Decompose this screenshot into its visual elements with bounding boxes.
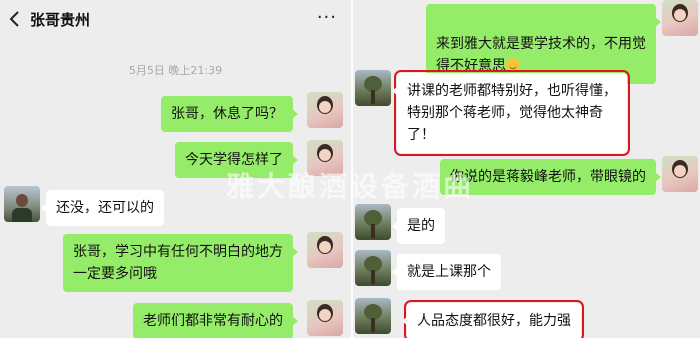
- message-bubble-received[interactable]: 还没，还可以的: [41, 190, 164, 226]
- message-bubble-received[interactable]: 就是上课那个: [392, 254, 501, 290]
- message-bubble-sent[interactable]: 张哥，休息了吗？: [161, 96, 298, 132]
- avatar[interactable]: [355, 204, 391, 240]
- message-bubble-sent[interactable]: 你说的是蒋毅峰老师，带眼镜的: [440, 159, 661, 195]
- avatar[interactable]: [355, 250, 391, 286]
- smile-emoji-icon: [506, 58, 520, 72]
- avatar[interactable]: [355, 70, 391, 106]
- message-bubble-received[interactable]: 人品态度都很好，能力强: [402, 300, 584, 338]
- avatar[interactable]: [307, 300, 343, 336]
- message-timestamp: 5月5日 晚上21:39: [128, 64, 223, 77]
- chat-panel-right: 来到雅大就是要学技术的，不用觉 得不好意思 讲课的老师都特别好，也听得懂， 特别…: [353, 0, 700, 338]
- chat-header: 张哥贵州 ···: [0, 0, 351, 40]
- avatar[interactable]: [4, 186, 40, 222]
- chat-panel-left: 张哥贵州 ··· 5月5日 晚上21:39 张哥，休息了吗？ 今天学得怎样了 还…: [0, 0, 351, 338]
- message-bubble-received[interactable]: 是的: [392, 208, 445, 244]
- avatar[interactable]: [307, 232, 343, 268]
- avatar[interactable]: [307, 92, 343, 128]
- message-text: 来到雅大就是要学技术的，不用觉 得不好意思: [436, 36, 646, 74]
- message-bubble-sent[interactable]: 老师们都非常有耐心的: [133, 303, 298, 338]
- message-bubble-sent[interactable]: 张哥，学习中有任何不明白的地方 一定要多问哦: [63, 234, 298, 292]
- avatar[interactable]: [307, 140, 343, 176]
- message-bubble-sent[interactable]: 今天学得怎样了: [175, 142, 298, 178]
- message-bubble-received[interactable]: 讲课的老师都特别好，也听得懂， 特别那个蒋老师，觉得他太神奇 了！: [392, 70, 630, 156]
- avatar[interactable]: [662, 0, 698, 36]
- chat-title: 张哥贵州: [30, 11, 91, 29]
- avatar[interactable]: [662, 156, 698, 192]
- back-arrow-icon[interactable]: [8, 10, 22, 28]
- message-bubble-sent[interactable]: 来到雅大就是要学技术的，不用觉 得不好意思: [426, 4, 661, 84]
- more-options-icon[interactable]: ···: [317, 7, 337, 28]
- avatar[interactable]: [355, 298, 391, 334]
